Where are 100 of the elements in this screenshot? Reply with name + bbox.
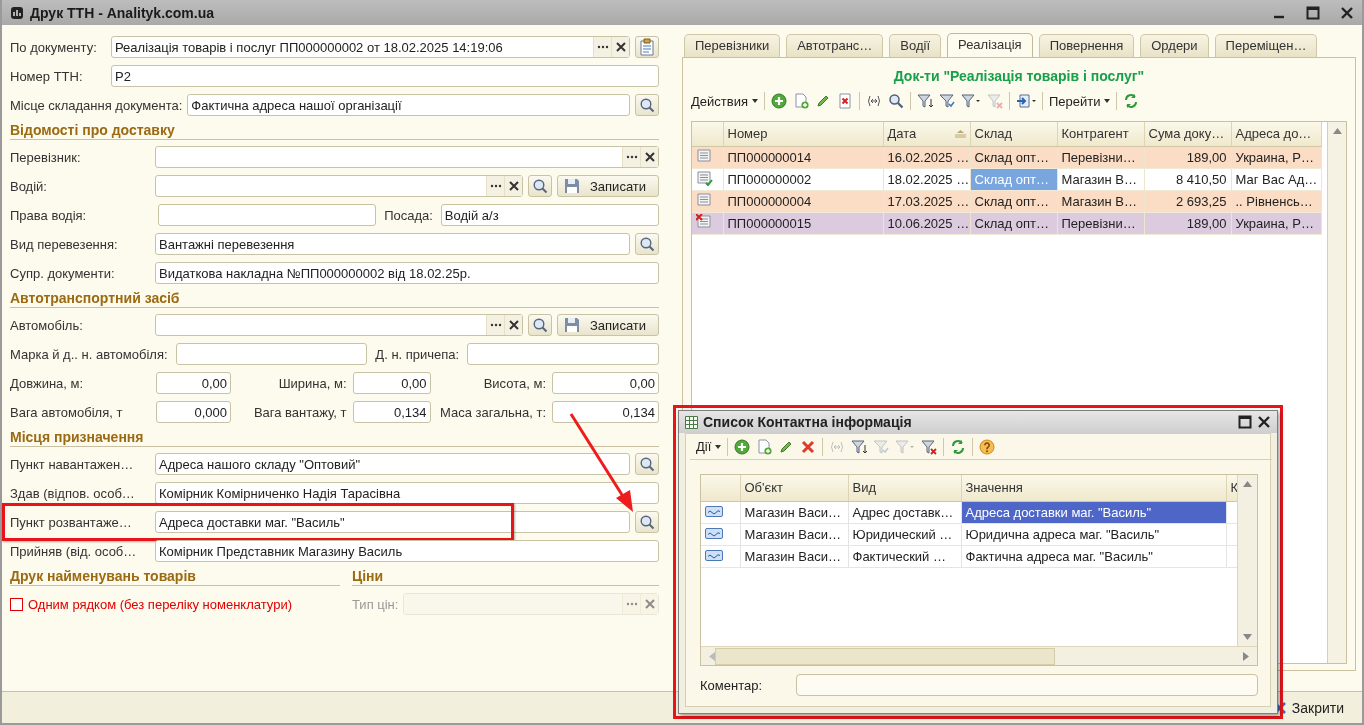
- scrollbar[interactable]: [701, 646, 1257, 665]
- column-header[interactable]: Сума доку…: [1144, 122, 1231, 146]
- menu-button[interactable]: Дії: [696, 439, 722, 454]
- scroll-right-icon[interactable]: [1243, 651, 1249, 661]
- column-header[interactable]: Об'єкт: [740, 475, 848, 501]
- number-field[interactable]: 0,00: [552, 372, 659, 394]
- text-field[interactable]: Водій а/з: [440, 204, 659, 226]
- column-header[interactable]: Склад: [970, 122, 1057, 146]
- maximize-icon[interactable]: [1306, 5, 1320, 20]
- clear-button[interactable]: [611, 37, 629, 57]
- search-button[interactable]: [635, 511, 659, 533]
- text-field[interactable]: Вантажні перевезення: [155, 233, 630, 255]
- refresh-icon[interactable]: [950, 438, 967, 455]
- text-field[interactable]: [155, 175, 523, 197]
- comment-field[interactable]: [796, 674, 1258, 696]
- text-field[interactable]: [175, 343, 368, 365]
- text-field[interactable]: Видаткова накладна №ПП000000002 від 18.02.25р.: [155, 262, 659, 284]
- filter-icon[interactable]: [938, 93, 955, 109]
- tab[interactable]: Переміщен…: [1214, 34, 1318, 57]
- search-icon[interactable]: [887, 93, 904, 109]
- column-header[interactable]: Контрагент: [1057, 122, 1144, 146]
- export-icon[interactable]: [1015, 93, 1036, 109]
- save-button[interactable]: Записати: [557, 314, 659, 336]
- more-icon[interactable]: [489, 184, 502, 188]
- tab[interactable]: Перевізники: [684, 34, 781, 57]
- tab[interactable]: Автотранс…: [786, 34, 884, 57]
- search-button[interactable]: [635, 233, 659, 255]
- number-field[interactable]: 0,000: [156, 401, 231, 423]
- document-button[interactable]: [635, 36, 659, 58]
- table-row[interactable]: ПП000000014 16.02.2025 … Склад опт… Перевізни… 189,00 Украина, Р…: [692, 146, 1321, 168]
- tab[interactable]: Реалізація: [947, 33, 1033, 58]
- text-field[interactable]: [155, 146, 659, 168]
- save-button[interactable]: Записати: [557, 175, 659, 197]
- refresh-icon[interactable]: [1123, 93, 1140, 109]
- pencil-icon[interactable]: [814, 93, 831, 109]
- clear-icon[interactable]: [644, 152, 655, 162]
- text-field[interactable]: Адреса нашого складу "Оптовий": [155, 453, 630, 475]
- number-field[interactable]: 0,00: [156, 372, 231, 394]
- column-header[interactable]: Дата: [883, 122, 970, 146]
- select-button[interactable]: [486, 176, 504, 196]
- text-field[interactable]: Адреса доставки маг. "Василь": [155, 511, 630, 533]
- menu-button[interactable]: Перейти: [1048, 93, 1111, 109]
- text-field[interactable]: [158, 204, 377, 226]
- table-row[interactable]: ПП000000002 18.02.2025 … Склад опт… Магазин В… 8 410,50 Маг Вас Ад…: [692, 168, 1321, 190]
- clear-icon[interactable]: [508, 181, 519, 191]
- text-field[interactable]: [155, 314, 523, 336]
- clear-icon[interactable]: [615, 42, 626, 52]
- copy-icon[interactable]: [792, 93, 809, 109]
- tab[interactable]: Водії: [889, 34, 942, 57]
- tab[interactable]: Повернення: [1038, 34, 1135, 57]
- number-field[interactable]: 0,00: [352, 372, 431, 394]
- clear-button[interactable]: [640, 147, 658, 167]
- maximize-icon[interactable]: [1238, 415, 1252, 429]
- clear-icon[interactable]: [508, 320, 519, 330]
- text-field[interactable]: Комірник Комірниченко Надія Тарасівна: [155, 482, 659, 504]
- scroll-up-icon[interactable]: [1332, 128, 1342, 134]
- filter-icon[interactable]: [851, 438, 868, 455]
- select-button[interactable]: [486, 315, 504, 335]
- more-icon[interactable]: [625, 155, 638, 159]
- close-icon[interactable]: [1340, 5, 1354, 20]
- table-row[interactable]: ПП000000004 17.03.2025 … Склад опт… Магазин В… 2 693,25 .. Рівненсь…: [692, 190, 1321, 212]
- filter-icon[interactable]: [960, 93, 981, 109]
- text-field[interactable]: Комірник Представник Магазину Василь: [155, 540, 659, 562]
- clear-button[interactable]: [504, 176, 522, 196]
- search-button[interactable]: [635, 94, 659, 116]
- search-button[interactable]: [528, 175, 552, 197]
- more-icon[interactable]: [489, 323, 502, 327]
- clear-filter-icon[interactable]: [921, 438, 938, 455]
- more-icon[interactable]: [596, 45, 609, 49]
- table-row[interactable]: ПП000000015 10.06.2025 … Склад опт… Перевізни… 189,00 Украина, Р…: [692, 212, 1321, 234]
- add-icon[interactable]: [734, 438, 751, 455]
- scrollbar[interactable]: [1237, 475, 1257, 646]
- menu-button[interactable]: Действия: [691, 93, 758, 109]
- delete-icon[interactable]: [800, 438, 817, 455]
- search-button[interactable]: [528, 314, 552, 336]
- column-header[interactable]: Адреса до…: [1231, 122, 1321, 146]
- copy-icon[interactable]: [756, 438, 773, 455]
- filter-icon[interactable]: [916, 93, 933, 109]
- add-icon[interactable]: [770, 93, 787, 109]
- text-field[interactable]: Реалізація товарів і послуг ПП000000002 от 18.02.2025 14:19:06: [111, 36, 630, 58]
- number-field[interactable]: 0,134: [552, 401, 659, 423]
- column-header[interactable]: Значення: [961, 475, 1226, 501]
- search-button[interactable]: [635, 453, 659, 475]
- clear-button[interactable]: [504, 315, 522, 335]
- number-field[interactable]: 0,134: [352, 401, 431, 423]
- select-button[interactable]: [622, 147, 640, 167]
- text-field[interactable]: P2: [111, 65, 659, 87]
- close-icon[interactable]: [1257, 415, 1271, 429]
- scroll-up-icon[interactable]: [1243, 481, 1252, 487]
- scrollbar[interactable]: [1327, 122, 1346, 663]
- delete-icon[interactable]: [836, 93, 853, 109]
- interval-icon[interactable]: [865, 93, 882, 109]
- checkbox[interactable]: [10, 597, 23, 611]
- select-button[interactable]: [593, 37, 611, 57]
- column-header[interactable]: Вид: [848, 475, 961, 501]
- column-header[interactable]: Номер: [723, 122, 883, 146]
- text-field[interactable]: [467, 343, 659, 365]
- help-icon[interactable]: [979, 438, 996, 455]
- tab[interactable]: Ордери: [1140, 34, 1209, 57]
- scroll-down-icon[interactable]: [1243, 634, 1252, 640]
